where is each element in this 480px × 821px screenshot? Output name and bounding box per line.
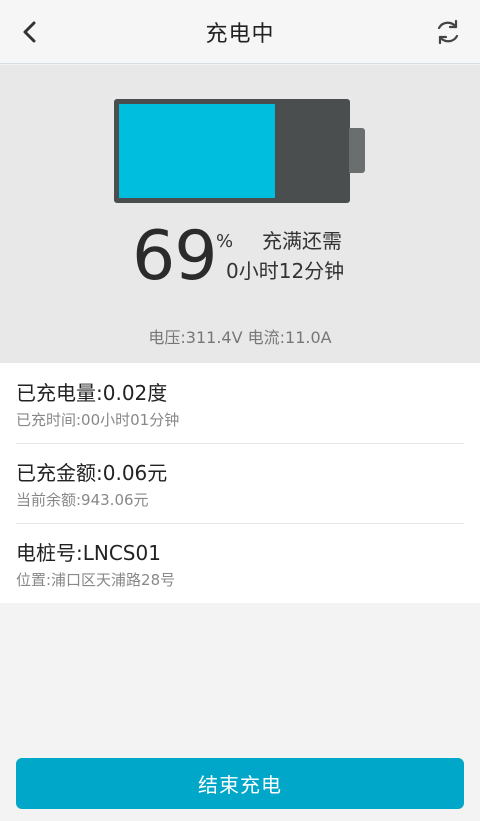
- charged-time: 已充时间:00小时01分钟: [16, 411, 180, 429]
- page-title: 充电中: [205, 21, 275, 47]
- charging-status-panel: 69 % 充满还需 0小时12分钟 电压:311.4V 电流:11.0A: [0, 65, 480, 363]
- charged-energy: 已充电量:0.02度: [16, 381, 168, 405]
- voltage-current-readout: 电压:311.4V 电流:11.0A: [148, 328, 332, 347]
- top-bar: 充电中: [0, 0, 480, 64]
- current-balance: 当前余额:943.06元: [16, 491, 149, 509]
- remaining-label: 充满还需: [262, 229, 342, 253]
- refresh-button[interactable]: [430, 14, 466, 50]
- list-item-cost: 已充金额:0.06元 当前余额:943.06元: [16, 443, 464, 523]
- back-button[interactable]: [12, 14, 48, 50]
- battery-icon: [114, 99, 350, 203]
- remaining-time: 0小时12分钟: [226, 259, 345, 283]
- charged-amount: 已充金额:0.06元: [16, 461, 168, 485]
- battery-terminal: [349, 128, 365, 173]
- list-item-station: 电桩号:LNCS01 位置:浦口区天浦路28号: [16, 523, 464, 603]
- charger-id: 电桩号:LNCS01: [16, 541, 161, 565]
- refresh-icon: [437, 19, 459, 45]
- end-charging-button[interactable]: 结束充电: [16, 758, 464, 809]
- charging-info-list: 已充电量:0.02度 已充时间:00小时01分钟 已充金额:0.06元 当前余额…: [0, 363, 480, 603]
- battery-level-fill: [119, 104, 275, 198]
- percent-sign: %: [216, 231, 234, 252]
- chevron-left-icon: [23, 21, 36, 43]
- list-item-energy: 已充电量:0.02度 已充时间:00小时01分钟: [16, 363, 464, 443]
- charge-percent: 69: [132, 217, 218, 296]
- charger-location: 位置:浦口区天浦路28号: [16, 571, 176, 589]
